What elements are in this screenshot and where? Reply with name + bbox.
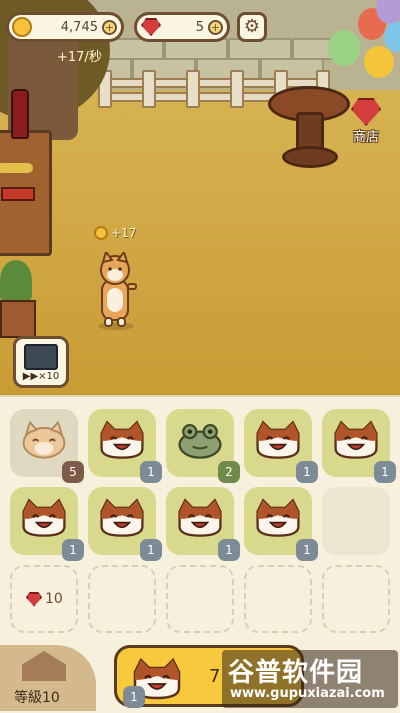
coin-icon bbox=[12, 17, 32, 37]
locked-slot[interactable] bbox=[166, 565, 234, 633]
add-gems-icon[interactable]: + bbox=[208, 19, 223, 35]
buy-price: 7 bbox=[209, 666, 221, 687]
cat-icon bbox=[256, 420, 300, 459]
cat-icon bbox=[100, 498, 144, 537]
gift-box-button[interactable]: ▶▶×10 bbox=[13, 336, 69, 388]
gem-icon bbox=[351, 98, 381, 126]
cat-icon bbox=[178, 498, 222, 537]
income-rate: +17/秒 bbox=[57, 50, 102, 65]
level-badge: 1 bbox=[62, 539, 84, 561]
locked-slot[interactable] bbox=[88, 565, 156, 633]
watermark-title: 谷普软件园 bbox=[228, 658, 364, 688]
watermark-url: www.gupuxiazai.com bbox=[230, 686, 385, 701]
add-coins-icon[interactable]: + bbox=[102, 19, 117, 35]
wine-shelf bbox=[0, 89, 52, 256]
level-badge: 1 bbox=[296, 461, 318, 483]
house-icon bbox=[22, 651, 66, 681]
level-badge: 1 bbox=[218, 539, 240, 561]
balloon-yellow bbox=[364, 46, 394, 78]
level-badge: 2 bbox=[218, 461, 240, 483]
level-badge: 1 bbox=[374, 461, 396, 483]
gift-icon bbox=[24, 344, 58, 370]
unlock-cost: 10 bbox=[26, 591, 63, 607]
board-slot-cat[interactable]: 1 bbox=[10, 487, 84, 561]
gift-multiplier: ▶▶×10 bbox=[22, 371, 60, 382]
board-slot-cat[interactable]: 1 bbox=[244, 487, 318, 561]
cat-icon bbox=[100, 420, 144, 459]
level-label: 等級10 bbox=[14, 690, 60, 706]
frog-icon bbox=[178, 423, 222, 459]
locked-slot[interactable] bbox=[322, 565, 390, 633]
level-button[interactable]: 等級10 bbox=[0, 645, 96, 711]
gear-icon: ⚙ bbox=[243, 16, 261, 37]
board-slot-cat[interactable]: 1 bbox=[88, 487, 162, 561]
cat-icon bbox=[334, 420, 378, 459]
gem-counter: 5 + bbox=[134, 12, 230, 42]
board-slot-shiba[interactable]: 5 bbox=[10, 409, 84, 483]
gem-amount: 5 bbox=[195, 19, 204, 35]
balloon-green bbox=[328, 30, 360, 66]
level-badge: 1 bbox=[296, 539, 318, 561]
shiba-icon bbox=[22, 420, 66, 459]
potted-plant bbox=[0, 260, 40, 340]
level-badge: 1 bbox=[140, 461, 162, 483]
level-badge: 1 bbox=[140, 539, 162, 561]
cat-icon bbox=[22, 498, 66, 537]
shiba-pet[interactable] bbox=[92, 249, 138, 330]
buy-level-badge: 1 bbox=[123, 686, 145, 708]
coin-counter: 4,745 + bbox=[6, 12, 124, 42]
settings-button[interactable]: ⚙ bbox=[237, 12, 267, 42]
cat-icon bbox=[256, 498, 300, 537]
board-slot-cat[interactable]: 1 bbox=[322, 409, 396, 483]
shop-button[interactable]: 商店 bbox=[342, 98, 390, 148]
coin-popup: +17 bbox=[94, 226, 136, 240]
gem-icon bbox=[26, 591, 42, 607]
garden-scene: +17/秒 商店 +17 ▶▶×10 bbox=[0, 0, 400, 395]
board-slot-frog[interactable]: 2 bbox=[166, 409, 240, 483]
level-badge: 5 bbox=[62, 461, 84, 483]
locked-slot[interactable]: 10 bbox=[10, 565, 78, 633]
gem-icon bbox=[141, 18, 161, 36]
board-slot-cat[interactable]: 1 bbox=[244, 409, 318, 483]
board-slot-cat[interactable]: 1 bbox=[88, 409, 162, 483]
shop-label: 商店 bbox=[352, 130, 379, 145]
board-slot-empty[interactable] bbox=[322, 487, 390, 555]
watermark: 谷普软件园 www.gupuxiazai.com bbox=[222, 650, 398, 708]
coin-amount: 4,745 bbox=[60, 19, 98, 35]
coin-icon bbox=[94, 226, 108, 240]
locked-slot[interactable] bbox=[244, 565, 312, 633]
board-slot-cat[interactable]: 1 bbox=[166, 487, 240, 561]
